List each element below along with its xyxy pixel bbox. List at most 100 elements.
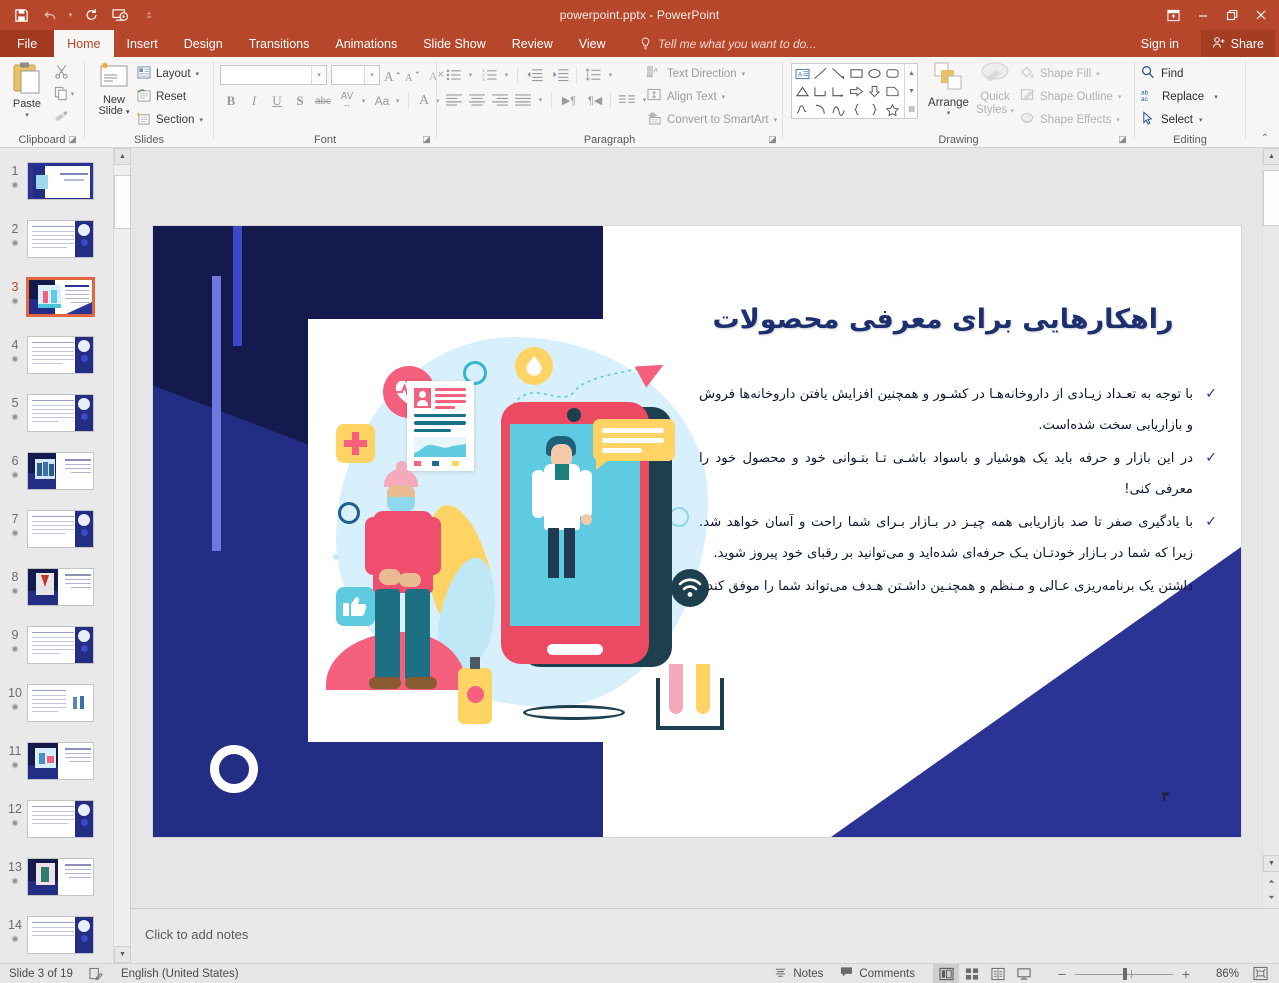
shape-scribble-icon[interactable] [794, 101, 811, 118]
quick-styles-button[interactable]: Quick Styles ▾ [973, 61, 1017, 135]
undo-dropdown-icon[interactable]: ▾ [66, 3, 75, 27]
restore-icon[interactable] [1217, 0, 1246, 30]
thumbnail-item-9[interactable]: 9 ✷ [0, 626, 113, 684]
shapes-scroll-up-icon[interactable]: ▲ [905, 64, 918, 82]
notes-button[interactable]: Notes [774, 964, 823, 983]
current-slide[interactable]: ✦ ✦ ✦ [152, 225, 1242, 838]
comments-button[interactable]: Comments [840, 964, 915, 983]
shape-rounded-rect-icon[interactable] [884, 65, 901, 82]
shape-left-brace-icon[interactable] [848, 101, 865, 118]
clipboard-dialog-launcher[interactable]: ◪ [67, 134, 78, 145]
quick-styles-dropdown-icon[interactable]: ▾ [1011, 108, 1015, 115]
section-button[interactable]: Section ▾ [137, 109, 203, 130]
bold-button[interactable]: B [220, 90, 242, 112]
shapes-gallery-scrollbar[interactable]: ▲ ▼ ▤ [904, 64, 917, 118]
shape-star-icon[interactable] [884, 101, 901, 118]
tab-slide-show[interactable]: Slide Show [410, 30, 499, 57]
tab-home[interactable]: Home [54, 30, 113, 57]
slide-editing-area[interactable]: ✦ ✦ ✦ [131, 148, 1262, 908]
character-spacing-button[interactable]: AV ↔ [334, 90, 360, 112]
redo-icon[interactable] [78, 3, 104, 27]
thumbnail-item-1[interactable]: 1 ✷ [0, 162, 113, 220]
line-spacing-dropdown-icon[interactable]: ▾ [605, 65, 616, 85]
align-left-button[interactable] [443, 90, 465, 110]
copy-dropdown-icon[interactable]: ▾ [68, 83, 77, 104]
shape-right-arrow-icon[interactable] [848, 83, 865, 100]
shape-arc-icon[interactable] [812, 101, 829, 118]
telemedicine-illustration[interactable]: ✦ ✦ ✦ [308, 319, 730, 742]
zoom-level-label[interactable]: 86% [1205, 964, 1239, 983]
thumbnail-item-3[interactable]: 3 ✷ [0, 278, 113, 336]
thumbnail-item-2[interactable]: 2 ✷ [0, 220, 113, 278]
previous-slide-icon[interactable]: ⏶ [1263, 874, 1279, 890]
thumbnail-item-8[interactable]: 8 ✷ [0, 568, 113, 626]
slide-scroll-up-icon[interactable]: ▲ [1263, 148, 1279, 165]
notes-pane[interactable]: Click to add notes [131, 908, 1279, 963]
font-name-input[interactable]: ▾ [220, 65, 327, 85]
text-shadow-button[interactable]: S [289, 90, 311, 112]
reset-button[interactable]: Reset [137, 86, 186, 107]
thumbnail-item-10[interactable]: 10 ✷ [0, 684, 113, 742]
convert-to-smartart-button[interactable]: Convert to SmartArt ▾ [647, 109, 777, 130]
select-button[interactable]: Select ▾ [1141, 109, 1202, 130]
font-dialog-launcher[interactable]: ◪ [421, 134, 432, 145]
change-case-dropdown-icon[interactable]: ▾ [393, 90, 402, 112]
change-case-button[interactable]: Aa [370, 90, 394, 112]
section-dropdown-icon[interactable]: ▾ [199, 116, 203, 124]
zoom-in-button[interactable]: + [1173, 964, 1199, 983]
strikethrough-button[interactable]: abc [312, 90, 334, 112]
new-slide-button[interactable]: New Slide ▾ [91, 61, 137, 135]
italic-button[interactable]: I [243, 90, 265, 112]
shapes-scroll-down-icon[interactable]: ▼ [905, 82, 918, 100]
paste-button[interactable]: Paste ▾ [6, 61, 48, 135]
bullets-button[interactable] [443, 65, 465, 85]
columns-button[interactable] [616, 90, 638, 110]
text-direction-dropdown-icon[interactable]: ▾ [742, 70, 746, 78]
shape-curve-icon[interactable] [830, 101, 847, 118]
slideshow-button[interactable] [1011, 964, 1037, 983]
spell-check-icon[interactable] [83, 964, 109, 983]
bullets-dropdown-icon[interactable]: ▾ [465, 65, 476, 85]
font-size-input[interactable]: ▾ [331, 65, 380, 85]
customize-qat-icon[interactable]: ⩲ [136, 3, 162, 27]
shapes-more-icon[interactable]: ▤ [905, 100, 918, 118]
character-spacing-dropdown-icon[interactable]: ▾ [359, 90, 368, 112]
numbering-button[interactable]: 123 [479, 65, 501, 85]
thumbnail-scroll-thumb[interactable] [114, 175, 131, 229]
shapes-gallery[interactable]: A [791, 63, 918, 119]
rtl-text-direction-button[interactable]: ¶◀ [583, 90, 607, 110]
justify-button[interactable] [512, 90, 534, 110]
thumbnail-scroll-down-icon[interactable]: ▼ [114, 946, 131, 963]
ltr-text-direction-button[interactable]: ▶¶ [557, 90, 581, 110]
drawing-dialog-launcher[interactable]: ◪ [1117, 134, 1128, 145]
paste-dropdown-icon[interactable]: ▾ [25, 111, 29, 119]
thumbnail-item-11[interactable]: 11 ✷ [0, 742, 113, 800]
increase-indent-button[interactable] [549, 65, 571, 85]
tab-animations[interactable]: Animations [322, 30, 410, 57]
shape-right-brace-icon[interactable] [866, 101, 883, 118]
layout-dropdown-icon[interactable]: ▾ [196, 70, 200, 78]
slide-indicator[interactable]: Slide 3 of 19 [9, 964, 73, 983]
save-icon[interactable] [8, 3, 34, 27]
line-spacing-button[interactable] [582, 65, 604, 85]
layout-button[interactable]: Layout ▾ [137, 63, 199, 84]
sign-in-button[interactable]: Sign in [1141, 30, 1179, 57]
slide-sorter-button[interactable] [959, 964, 985, 983]
minimize-icon[interactable] [1188, 0, 1217, 30]
thumbnail-item-7[interactable]: 7 ✷ [0, 510, 113, 568]
text-direction-button[interactable]: A Text Direction ▾ [647, 63, 745, 84]
thumbnail-item-12[interactable]: 12 ✷ [0, 800, 113, 858]
shape-elbow-connector-icon[interactable] [812, 83, 829, 100]
slide-scroll-down-icon[interactable]: ▼ [1263, 855, 1279, 872]
zoom-slider[interactable] [1075, 964, 1173, 983]
shape-arrow-icon[interactable] [830, 65, 847, 82]
slide-body-text[interactable]: با توجه به تعـداد زیـادی از داروخانه‌هـا… [699, 379, 1219, 604]
tab-review[interactable]: Review [499, 30, 566, 57]
ribbon-display-options-icon[interactable] [1159, 0, 1188, 30]
shape-line-icon[interactable] [812, 65, 829, 82]
increase-font-size-icon[interactable]: A [382, 65, 402, 87]
smartart-dropdown-icon[interactable]: ▾ [774, 116, 778, 124]
shape-flowchart-icon[interactable] [884, 83, 901, 100]
thumbnail-item-6[interactable]: 6 ✷ [0, 452, 113, 510]
cut-icon[interactable] [50, 61, 72, 82]
